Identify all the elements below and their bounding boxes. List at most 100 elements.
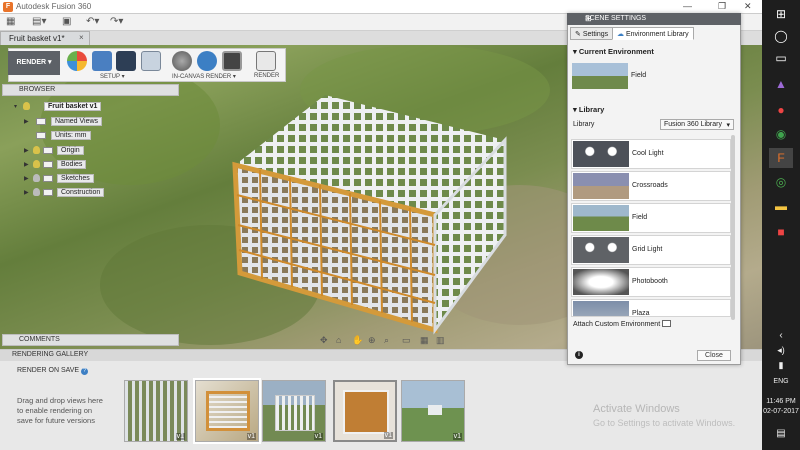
folder-browse-icon[interactable] <box>662 320 671 327</box>
expand-icon[interactable]: ▶ <box>24 189 29 196</box>
visibility-bulb-icon[interactable] <box>33 188 40 196</box>
appearance-icon[interactable] <box>67 51 87 71</box>
input-language[interactable]: ENG <box>762 378 800 385</box>
zoom-window-icon[interactable]: ⌕ <box>384 335 389 346</box>
viewports-icon[interactable]: ▥ <box>436 335 445 346</box>
app-green-icon[interactable]: ◉ <box>769 124 793 144</box>
environment-item-plaza[interactable]: Plaza <box>571 299 731 317</box>
close-button[interactable]: Close <box>697 350 731 361</box>
texture-map-icon[interactable] <box>116 51 136 71</box>
visibility-bulb-icon[interactable] <box>23 102 30 110</box>
environment-item-grid-light[interactable]: Grid Light <box>571 235 731 265</box>
decal-icon[interactable] <box>141 51 161 71</box>
current-environment-header[interactable]: ▾ Current Environment <box>573 47 654 56</box>
clock-date[interactable]: 02-07-2017 <box>762 408 800 415</box>
tab-environment-library[interactable]: ☁ Environment Library <box>612 27 694 40</box>
orbit-icon[interactable]: ✥ <box>320 335 328 346</box>
version-label: v1 <box>175 433 185 440</box>
document-tab-label: Fruit basket v1* <box>9 34 65 43</box>
battery-icon[interactable]: ▮ <box>762 360 800 371</box>
browser-item-label: Units: mm <box>51 131 91 140</box>
expand-icon[interactable]: ▶ <box>24 118 29 125</box>
browser-item-origin[interactable]: ▶ Origin <box>24 146 124 156</box>
environment-item-crossroads[interactable]: Crossroads <box>571 171 731 201</box>
scene-settings-icon[interactable] <box>92 51 112 71</box>
render-thumbnail[interactable]: v1 <box>124 380 188 442</box>
start-windows-icon[interactable]: ⊞ <box>769 4 793 24</box>
panel-menu-icon[interactable]: ⊞ <box>585 14 737 23</box>
browser-panel-header[interactable]: BROWSER <box>2 84 179 96</box>
browser-root-item[interactable]: ▾ Fruit basket v1 <box>14 102 134 112</box>
fusion-taskbar-icon[interactable]: F <box>769 148 793 168</box>
library-header[interactable]: ▾ Library <box>573 105 604 114</box>
environment-thumbnail <box>573 173 629 199</box>
zoom-icon[interactable]: ⊕ <box>368 335 376 346</box>
browser-title: BROWSER <box>19 86 56 93</box>
library-scrollbar[interactable] <box>731 135 735 320</box>
render-thumbnail[interactable]: v1 <box>333 380 397 442</box>
environment-thumbnail <box>573 141 629 167</box>
render-thumbnail[interactable]: v1 <box>193 378 261 444</box>
render-settings-gear-icon[interactable] <box>197 51 217 71</box>
scene-settings-header[interactable]: SCENE SETTINGS ⊞ <box>567 13 741 25</box>
environment-item-photobooth[interactable]: Photobooth <box>571 267 731 297</box>
folder-icon <box>43 161 53 168</box>
save-icon[interactable]: ▣ <box>62 16 71 27</box>
tab-settings[interactable]: ✎ Settings <box>570 27 614 40</box>
chrome-icon[interactable]: ◎ <box>769 172 793 192</box>
close-tab-icon[interactable]: × <box>79 33 84 42</box>
file-explorer-icon[interactable]: ▬ <box>769 196 793 216</box>
version-label: v1 <box>246 433 256 440</box>
cortana-circle-icon[interactable]: ◯ <box>769 26 793 46</box>
grid-settings-icon[interactable]: ▦ <box>420 335 429 346</box>
app-red-icon[interactable]: ● <box>769 100 793 120</box>
render-thumbnail[interactable]: v1 <box>401 380 465 442</box>
render-label[interactable]: RENDER <box>254 73 279 79</box>
expand-icon[interactable]: ▶ <box>24 175 29 182</box>
display-settings-icon[interactable]: ▭ <box>402 335 411 346</box>
chevron-up-icon[interactable]: ‹ <box>762 330 800 341</box>
expand-icon[interactable]: ▶ <box>24 161 29 168</box>
browser-item-construction[interactable]: ▶ Construction <box>24 188 134 198</box>
visibility-bulb-icon[interactable] <box>33 174 40 182</box>
visibility-bulb-icon[interactable] <box>33 160 40 168</box>
redo-icon[interactable]: ↷▾ <box>110 16 123 27</box>
visibility-bulb-icon[interactable] <box>33 146 40 154</box>
app-triangle-icon[interactable]: ▲ <box>769 74 793 94</box>
in-canvas-render-label[interactable]: IN-CANVAS RENDER ▾ <box>172 73 236 80</box>
look-at-icon[interactable]: ⌂ <box>336 335 341 345</box>
document-tab[interactable]: Fruit basket v1* × <box>0 31 90 45</box>
collapse-icon[interactable]: ▾ <box>14 103 17 110</box>
file-menu-icon[interactable]: ▤▾ <box>32 16 46 27</box>
current-environment-name: Field <box>631 72 647 79</box>
grid-menu-icon[interactable]: ▦ <box>6 16 15 27</box>
task-view-icon[interactable]: ▭ <box>769 48 793 68</box>
activate-windows-subtext: Go to Settings to activate Windows. <box>593 418 736 428</box>
browser-item-sketches[interactable]: ▶ Sketches <box>24 174 124 184</box>
volume-icon[interactable]: ◂) <box>762 345 800 356</box>
in-canvas-render-icon[interactable] <box>172 51 192 71</box>
workspace-switcher[interactable]: RENDER ▾ <box>8 51 60 75</box>
version-label: v1 <box>313 433 323 440</box>
minimize-icon[interactable]: — <box>683 1 692 11</box>
expand-icon[interactable]: ▶ <box>24 147 29 154</box>
render-teapot-icon[interactable] <box>256 51 276 71</box>
browser-item-units[interactable]: Units: mm <box>24 131 124 141</box>
environment-item-field[interactable]: Field <box>571 203 731 233</box>
clock-time[interactable]: 11:46 PM <box>762 398 800 405</box>
comments-panel-header[interactable]: COMMENTS <box>2 334 179 346</box>
library-dropdown[interactable]: Fusion 360 Library ▾ <box>660 119 734 130</box>
render-thumbnail[interactable]: v1 <box>262 380 326 442</box>
info-icon[interactable]: i <box>575 351 583 359</box>
pan-hand-icon[interactable]: ✋ <box>352 335 363 346</box>
close-icon[interactable]: ✕ <box>744 1 752 12</box>
notifications-icon[interactable]: ▤ <box>762 428 800 439</box>
browser-item-bodies[interactable]: ▶ Bodies <box>24 160 124 170</box>
environment-item-cool-light[interactable]: Cool Light <box>571 139 731 169</box>
undo-icon[interactable]: ↶▾ <box>86 16 99 27</box>
setup-label[interactable]: SETUP ▾ <box>100 73 125 80</box>
maximize-icon[interactable]: ❐ <box>718 1 726 12</box>
capture-image-icon[interactable] <box>222 51 242 71</box>
app-red-square-icon[interactable]: ■ <box>769 222 793 242</box>
browser-item-named-views[interactable]: ▶ Named Views <box>24 117 124 127</box>
